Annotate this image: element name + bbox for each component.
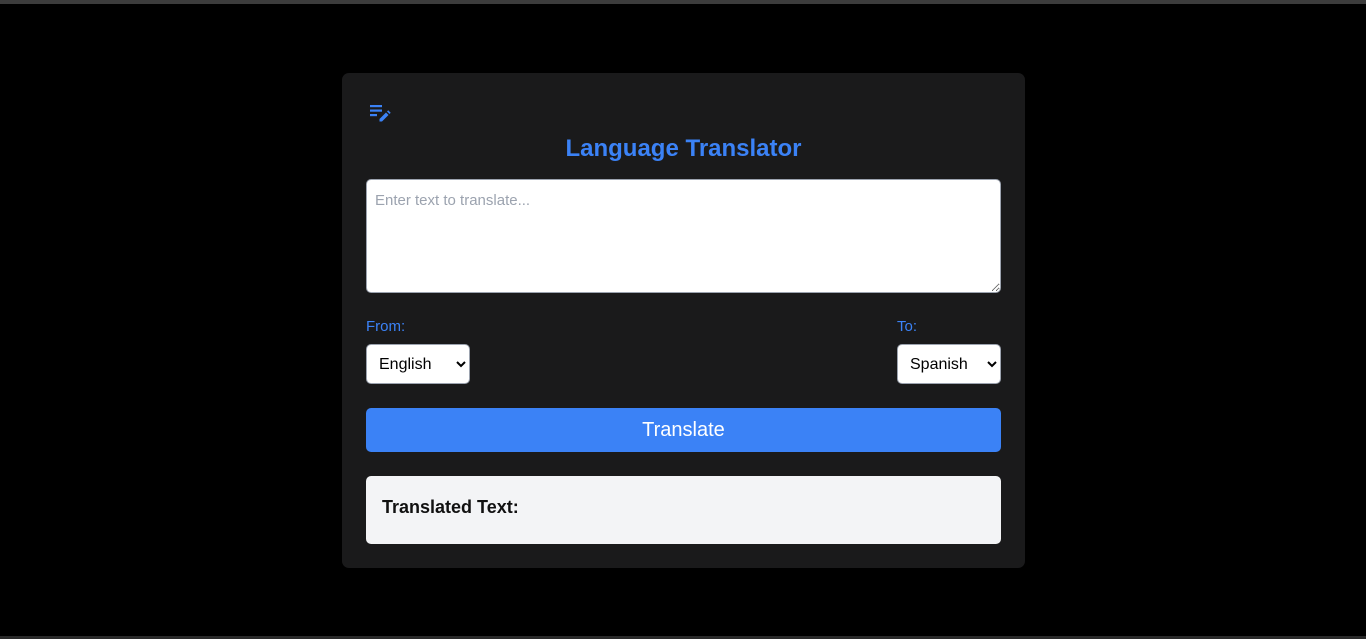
window-top-border xyxy=(0,0,1366,4)
result-heading: Translated Text: xyxy=(382,497,519,517)
source-text-input[interactable] xyxy=(366,179,1001,293)
to-label: To: xyxy=(897,318,918,335)
from-label: From: xyxy=(366,318,406,335)
from-language-select[interactable]: English xyxy=(366,344,470,384)
to-language-select[interactable]: Spanish xyxy=(897,344,1001,384)
page-title: Language Translator xyxy=(565,135,802,162)
edit-note-icon xyxy=(368,101,392,125)
translate-button[interactable]: Translate xyxy=(366,408,1001,452)
result-panel: Translated Text: xyxy=(366,476,1001,544)
translator-card: Language Translator From: English To: Sp… xyxy=(342,73,1025,568)
